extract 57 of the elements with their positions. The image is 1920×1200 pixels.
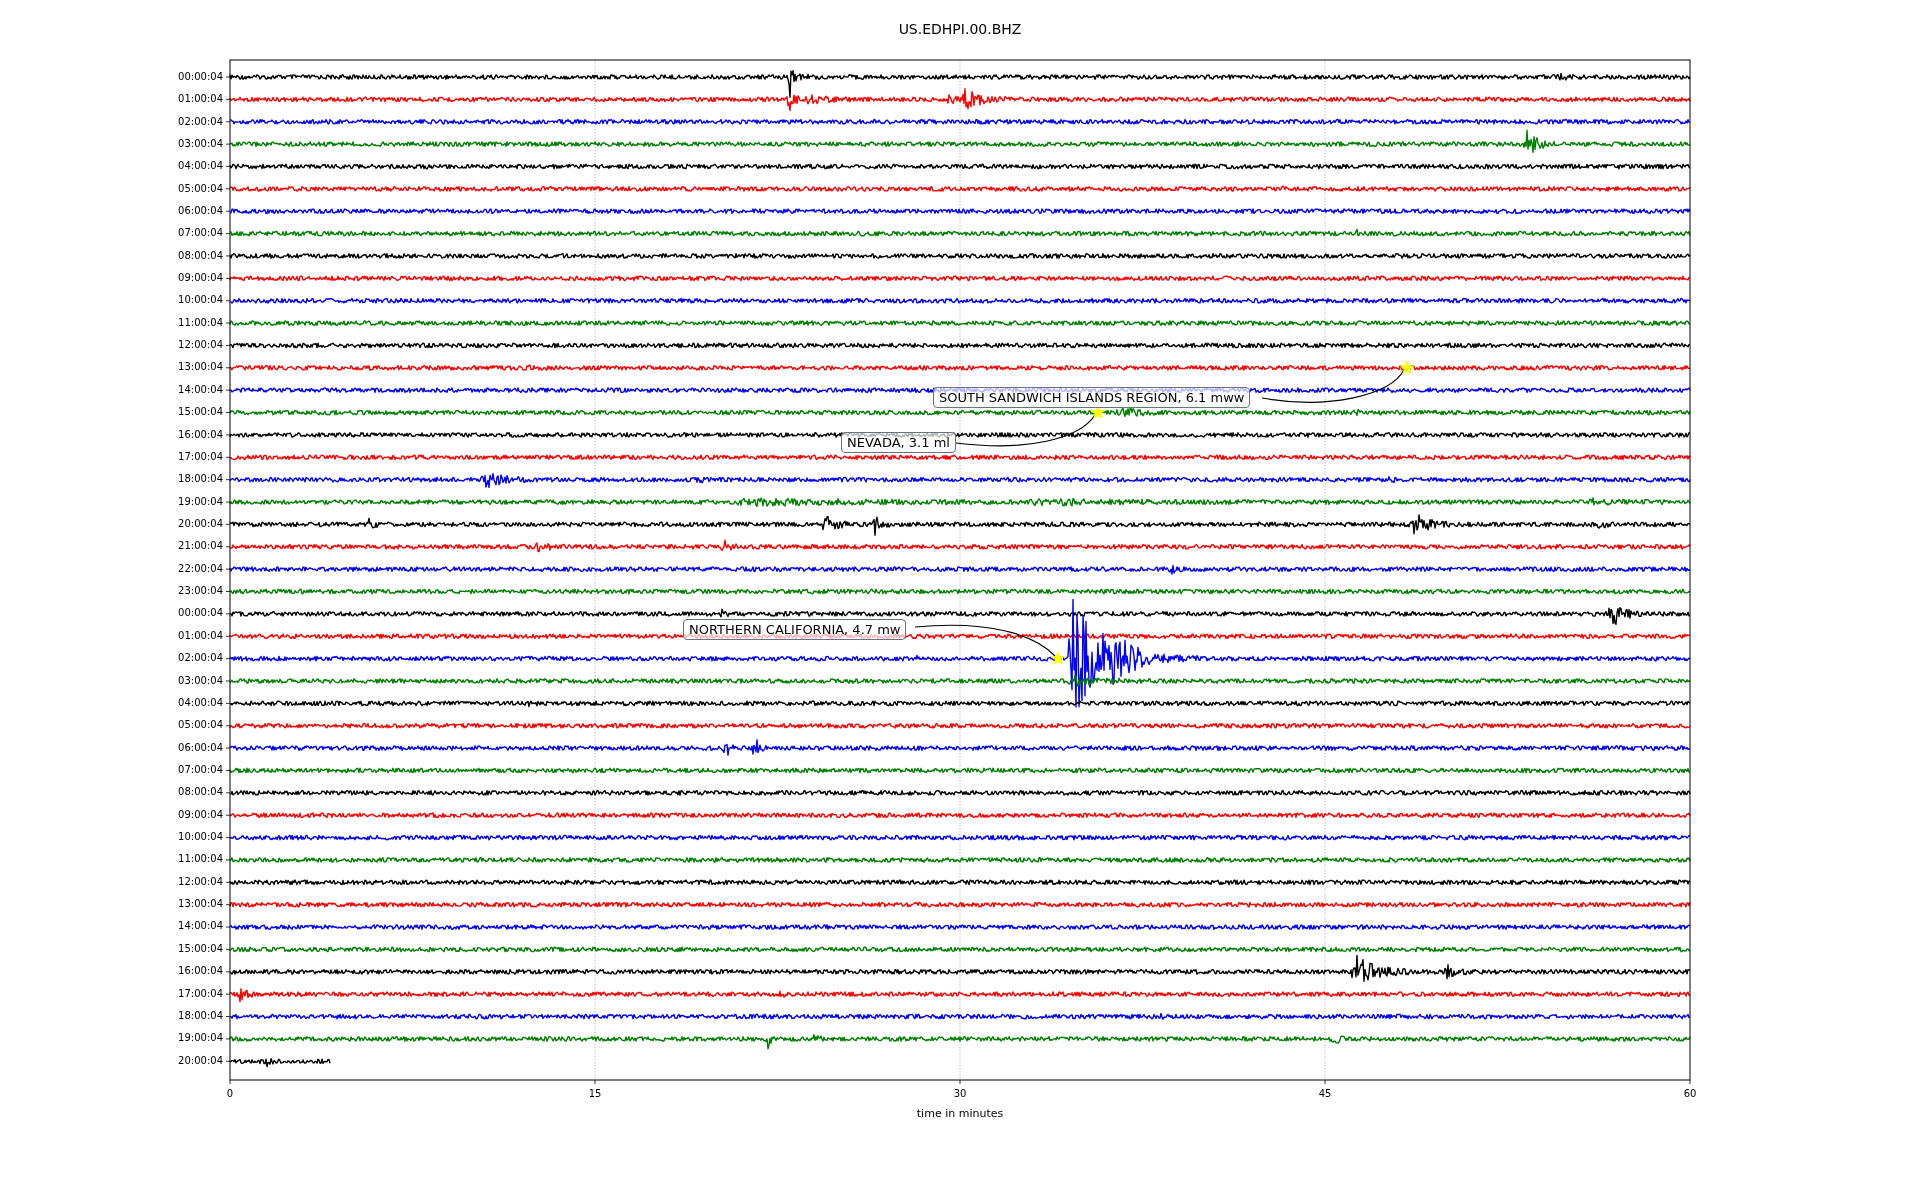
trace-time-label: 04:00:04 <box>178 159 223 174</box>
trace-time-label: 17:00:04 <box>178 449 223 464</box>
trace-time-label: 02:00:04 <box>178 651 223 666</box>
trace-time-label: 12:00:04 <box>178 338 223 353</box>
trace-time-label: 21:00:04 <box>178 539 223 554</box>
trace-time-label: 06:00:04 <box>178 203 223 218</box>
event-annotation: NORTHERN CALIFORNIA, 4.7 mw <box>683 619 907 640</box>
trace-time-label: 08:00:04 <box>178 248 223 263</box>
event-annotation: NEVADA, 3.1 ml <box>841 432 956 453</box>
x-tick-label: 0 <box>226 1087 234 1101</box>
trace-time-label: 18:00:04 <box>178 1008 223 1023</box>
x-tick-label: 60 <box>1683 1087 1697 1101</box>
event-annotation: SOUTH SANDWICH ISLANDS REGION, 6.1 mww <box>933 387 1251 408</box>
trace-time-label: 01:00:04 <box>178 628 223 643</box>
trace-time-label: 00:00:04 <box>178 69 223 84</box>
trace-time-label: 13:00:04 <box>178 360 223 375</box>
trace-time-label: 11:00:04 <box>178 315 223 330</box>
trace-time-label: 22:00:04 <box>178 561 223 576</box>
event-star-marker <box>1050 650 1066 666</box>
trace-time-label: 05:00:04 <box>178 718 223 733</box>
trace-time-label: 09:00:04 <box>178 271 223 286</box>
trace-time-label: 19:00:04 <box>178 494 223 509</box>
trace-time-label: 03:00:04 <box>178 673 223 688</box>
trace-time-label: 17:00:04 <box>178 986 223 1001</box>
trace-time-label: 09:00:04 <box>178 807 223 822</box>
x-tick-label: 30 <box>953 1087 967 1101</box>
trace-time-label: 15:00:04 <box>178 941 223 956</box>
trace-time-label: 16:00:04 <box>178 964 223 979</box>
trace-time-label: 10:00:04 <box>178 293 223 308</box>
event-star-marker <box>1399 360 1415 375</box>
trace-time-label: 20:00:04 <box>178 517 223 531</box>
x-axis-label: time in minutes <box>916 1106 1004 1122</box>
trace-time-label: 14:00:04 <box>178 919 223 934</box>
trace-time-label: 20:00:04 <box>178 1053 223 1068</box>
trace-time-label: 19:00:04 <box>178 1031 223 1046</box>
trace-time-label: 13:00:04 <box>178 897 223 912</box>
chart-title: US.EDHPI.00.BHZ <box>898 20 1022 38</box>
trace-time-label: 10:00:04 <box>178 830 223 844</box>
trace-time-label: 23:00:04 <box>178 584 223 599</box>
trace-time-label: 08:00:04 <box>178 785 223 800</box>
trace-time-label: 07:00:04 <box>178 226 223 241</box>
trace-time-label: 02:00:04 <box>178 114 223 129</box>
trace-time-label: 07:00:04 <box>178 762 223 777</box>
trace-time-label: 12:00:04 <box>178 874 223 889</box>
trace-time-label: 14:00:04 <box>178 382 223 397</box>
x-tick-label: 45 <box>1318 1087 1332 1101</box>
trace-time-label: 00:00:04 <box>178 606 223 621</box>
trace-time-label: 06:00:04 <box>178 740 223 755</box>
trace-time-label: 15:00:04 <box>178 405 223 420</box>
trace-time-label: 04:00:04 <box>178 695 223 710</box>
trace-time-label: 05:00:04 <box>178 181 223 196</box>
trace-time-label: 11:00:04 <box>178 852 223 867</box>
trace-time-label: 01:00:04 <box>178 92 223 107</box>
trace-time-label: 03:00:04 <box>178 136 223 151</box>
trace-time-label: 18:00:04 <box>178 472 223 487</box>
x-tick-label: 15 <box>588 1087 602 1101</box>
trace-time-label: 16:00:04 <box>178 427 223 442</box>
